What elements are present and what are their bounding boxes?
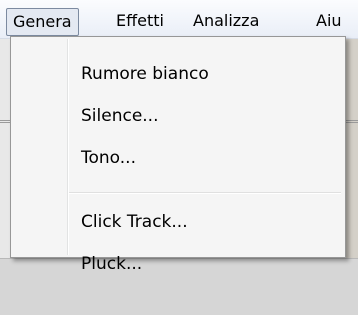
menu-analizza[interactable]: Analizza xyxy=(193,8,259,34)
background-lower-area xyxy=(0,258,358,315)
menu-item-click-track[interactable]: Click Track... xyxy=(81,207,188,237)
app-window: Genera Effetti Analizza Aiu Rumore bianc… xyxy=(0,0,358,315)
menu-item-tono[interactable]: Tono... xyxy=(81,143,136,173)
menu-genera[interactable]: Genera xyxy=(6,8,79,36)
menu-item-silence[interactable]: Silence... xyxy=(81,101,159,131)
genera-dropdown-menu: Rumore bianco Silence... Tono... Click T… xyxy=(10,36,346,274)
menu-icon-gutter xyxy=(67,39,69,255)
menu-item-rumore-bianco[interactable]: Rumore bianco xyxy=(81,59,209,89)
menu-separator xyxy=(69,192,341,194)
menu-bar: Genera Effetti Analizza Aiu xyxy=(0,0,358,39)
menu-item-pluck[interactable]: Pluck... xyxy=(81,249,142,279)
menu-effetti[interactable]: Effetti xyxy=(116,8,164,34)
menu-aiuto[interactable]: Aiu xyxy=(316,8,342,34)
